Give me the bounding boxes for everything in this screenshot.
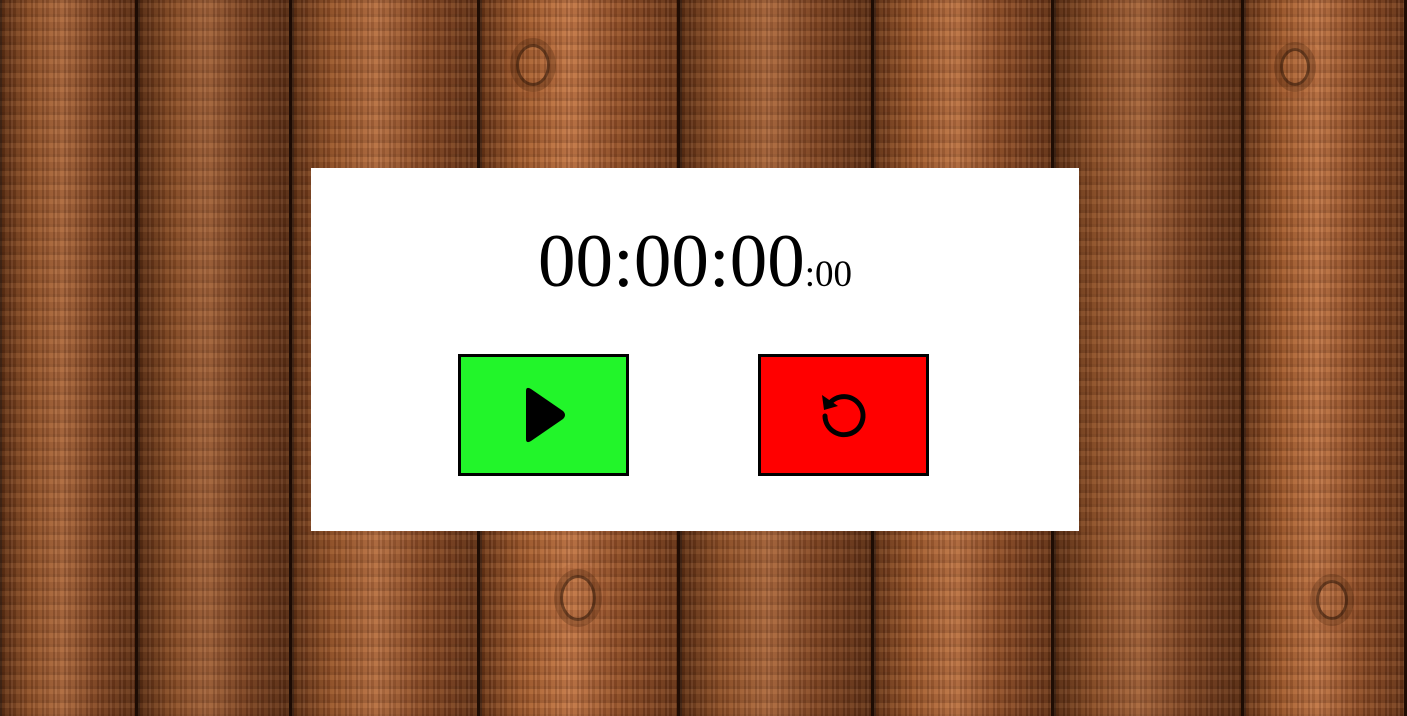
reset-icon: [816, 387, 872, 443]
wood-plank: [0, 0, 138, 716]
start-button[interactable]: [458, 354, 629, 476]
time-main: 00:00:00: [538, 220, 805, 303]
reset-button[interactable]: [758, 354, 929, 476]
wood-knot: [1316, 580, 1348, 620]
wood-knot: [516, 44, 550, 86]
time-milliseconds: :00: [804, 254, 852, 295]
wood-knot: [560, 575, 596, 621]
time-display: 00:00:00:00: [311, 224, 1079, 299]
stopwatch-card: 00:00:00:00: [311, 168, 1079, 531]
play-icon: [520, 385, 568, 445]
wood-plank: [1054, 0, 1244, 716]
wood-knot: [1280, 48, 1310, 86]
wood-plank: [138, 0, 292, 716]
